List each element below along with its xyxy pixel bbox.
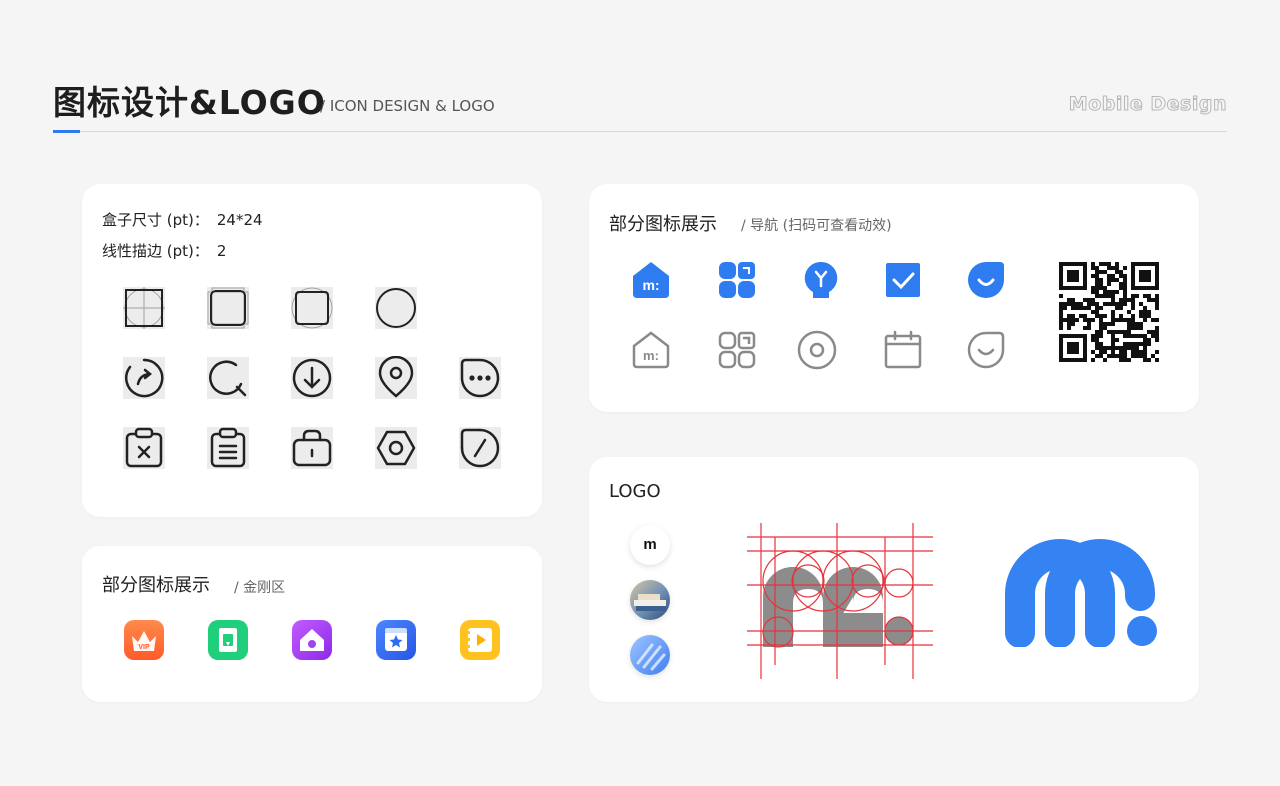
page-title: 图标设计&LOGO <box>53 83 326 122</box>
kingkong-card: 部分图标展示 / 金刚区 VIP <box>82 546 542 702</box>
kingkong-subtitle: / 金刚区 <box>234 580 286 596</box>
header-divider <box>53 131 1227 132</box>
download-icon <box>290 356 334 400</box>
logo-gradient-avatar <box>630 635 670 675</box>
header-accent <box>53 130 80 133</box>
nav-subtitle: / 导航 (扫码可查看动效) <box>741 218 892 234</box>
stroke-label: 线性描边 (pt)： <box>102 242 209 260</box>
profile-active-icon[interactable] <box>966 260 1006 300</box>
category-icon[interactable] <box>717 330 757 370</box>
stroke-value: 2 <box>216 242 227 260</box>
logo-title: LOGO <box>609 481 661 502</box>
clipboard-list-icon <box>206 426 250 470</box>
logo-card: LOGO m <box>589 457 1199 702</box>
play-yellow-icon[interactable] <box>458 618 502 662</box>
kingkong-title: 部分图标展示 <box>102 575 210 596</box>
star-blue-icon[interactable] <box>374 618 418 662</box>
logo-mark <box>1005 539 1161 647</box>
category-active-icon[interactable] <box>717 260 757 300</box>
search-icon <box>206 356 250 400</box>
stroke-row: 线性描边 (pt)： 2 <box>102 240 226 261</box>
rounded-square-grid-icon <box>206 286 250 330</box>
home-purple-icon[interactable] <box>290 618 334 662</box>
logo-construction-grid <box>747 523 933 679</box>
bag-icon <box>290 426 334 470</box>
square-grid-icon <box>122 286 166 330</box>
more-icon <box>458 356 502 400</box>
location-pin-icon <box>374 356 418 400</box>
svg-text:VIP: VIP <box>138 644 150 651</box>
rounded-square-grid-icon <box>290 286 334 330</box>
clipboard-delete-icon <box>122 426 166 470</box>
brand-label: Mobile Design <box>1068 93 1227 116</box>
nav-title: 部分图标展示 <box>609 214 717 235</box>
calendar-icon[interactable] <box>883 330 923 370</box>
vip-crown-icon[interactable]: VIP <box>122 618 166 662</box>
book-green-icon[interactable] <box>206 618 250 662</box>
logo-small-mark: m <box>643 536 657 553</box>
link-icon <box>458 426 502 470</box>
nav-icons-card: 部分图标展示 / 导航 (扫码可查看动效) m: m: <box>589 184 1199 412</box>
page-subtitle: / ICON DESIGN & LOGO <box>320 97 495 115</box>
svg-text:m:: m: <box>642 277 659 293</box>
icon-spec-card: 盒子尺寸 (pt)： 24*24 线性描边 (pt)： 2 <box>82 184 542 517</box>
svg-text:m:: m: <box>643 348 659 363</box>
settings-hexagon-icon <box>374 426 418 470</box>
lightbulb-active-icon[interactable] <box>801 260 841 300</box>
box-size-value: 24*24 <box>216 211 263 229</box>
target-icon[interactable] <box>797 330 837 370</box>
box-size-row: 盒子尺寸 (pt)： 24*24 <box>102 209 263 230</box>
logo-photo-avatar <box>630 580 670 620</box>
logo-small-white: m <box>630 525 670 565</box>
home-active-icon[interactable]: m: <box>631 260 671 300</box>
home-icon[interactable]: m: <box>631 330 671 370</box>
box-size-label: 盒子尺寸 (pt)： <box>102 211 209 229</box>
profile-icon[interactable] <box>966 330 1006 370</box>
qr-code[interactable] <box>1059 262 1159 362</box>
circle-grid-icon <box>374 286 418 330</box>
share-icon <box>122 356 166 400</box>
check-active-icon[interactable] <box>883 260 923 300</box>
